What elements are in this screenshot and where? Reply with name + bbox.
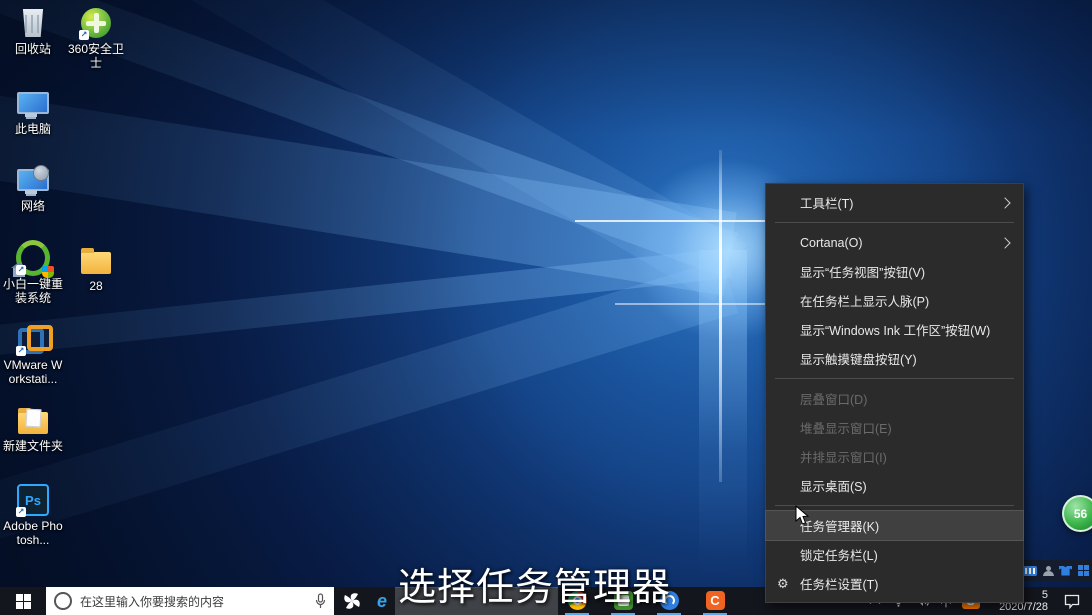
recycle-bin-icon (21, 9, 45, 37)
camtasia-c-icon: C (706, 591, 725, 610)
desktop-icon-label: 360安全卫士 (66, 42, 126, 70)
menu-item-label: 任务管理器(K) (800, 516, 879, 535)
gear-icon: ⚙ (777, 576, 789, 592)
menu-item-label: 工具栏(T) (800, 193, 853, 212)
speedup-ball[interactable]: 56 (1062, 495, 1092, 532)
folder-icon (18, 412, 48, 434)
menu-item-toolbars[interactable]: 工具栏(T) (766, 188, 1023, 217)
globe-icon (33, 165, 49, 181)
windows-shield-icon (42, 266, 54, 278)
desktop-icon-new-folder[interactable]: 新建文件夹 (3, 403, 63, 453)
shortcut-arrow-icon: ↗ (16, 346, 26, 356)
shortcut-arrow-icon: ↗ (16, 507, 26, 517)
menu-item-cortana[interactable]: Cortana(O) (766, 228, 1023, 257)
menu-item-cascade-windows: 层叠窗口(D) (766, 384, 1023, 413)
shortcut-arrow-icon: ↗ (16, 265, 26, 275)
menu-item-label: 层叠窗口(D) (800, 389, 867, 408)
desktop-icon-recycle-bin[interactable]: 回收站 (3, 6, 63, 56)
computer-icon (17, 92, 49, 114)
desktop-icon-label: 网络 (3, 199, 63, 213)
360-browser-button[interactable] (334, 587, 370, 615)
menu-item-label: 在任务栏上显示人脉(P) (800, 291, 929, 310)
start-button[interactable] (0, 587, 46, 615)
desktop-icon-label: 小白一键重装系统 (3, 277, 63, 305)
chevron-right-icon (999, 237, 1010, 248)
desktop-icon-vmware[interactable]: ↗ VMware Workstati... (3, 322, 63, 386)
desktop-icon-360-safety[interactable]: ↗ 360安全卫士 (66, 6, 126, 70)
taskbar-context-menu: 工具栏(T) Cortana(O) 显示“任务视图”按钮(V) 在任务栏上显示人… (765, 183, 1024, 603)
action-center-button[interactable] (1058, 594, 1086, 609)
desktop-icon-label: 此电脑 (3, 122, 63, 136)
skin-icon[interactable] (1059, 566, 1072, 576)
menu-item-task-view-button[interactable]: 显示“任务视图”按钮(V) (766, 257, 1023, 286)
keyboard-icon[interactable] (1023, 566, 1037, 576)
menu-item-people-on-taskbar[interactable]: 在任务栏上显示人脉(P) (766, 286, 1023, 315)
menu-item-label: 显示“任务视图”按钮(V) (800, 262, 925, 281)
menu-item-show-desktop[interactable]: 显示桌面(S) (766, 471, 1023, 500)
desktop-icon-label: 28 (66, 279, 126, 293)
search-input[interactable]: 在这里输入你要搜索的内容 (46, 587, 334, 615)
desktop-icon-label: 新建文件夹 (3, 439, 63, 453)
menu-item-label: Cortana(O) (800, 236, 863, 250)
mouse-cursor (795, 505, 809, 531)
menu-item-touch-keyboard-button[interactable]: 显示触摸键盘按钮(Y) (766, 344, 1023, 373)
menu-item-label: 显示触摸键盘按钮(Y) (800, 349, 917, 368)
account-icon[interactable] (1043, 566, 1053, 576)
menu-item-label: 并排显示窗口(I) (800, 447, 887, 466)
menu-item-windows-ink-button[interactable]: 显示“Windows Ink 工作区”按钮(W) (766, 315, 1023, 344)
desktop-icon-this-pc[interactable]: 此电脑 (3, 86, 63, 136)
desktop-icon-xiaobai-reinstall[interactable]: ↗ 小白一键重装系统 (3, 241, 63, 305)
menu-separator (775, 505, 1014, 506)
desktop-icon-photoshop[interactable]: Ps ↗ Adobe Photosh... (3, 483, 63, 547)
ie-browser-button[interactable]: e (370, 587, 394, 615)
menu-item-label: 锁定任务栏(L) (800, 545, 878, 564)
subtitle-caption: 选择任务管理器 (398, 556, 671, 611)
search-placeholder: 在这里输入你要搜索的内容 (80, 593, 315, 610)
ime-language-bar[interactable] (1020, 560, 1092, 581)
menu-item-side-by-side-windows: 并排显示窗口(I) (766, 442, 1023, 471)
windows-logo-icon (16, 594, 31, 609)
folder-icon (81, 252, 111, 274)
menu-item-label: 堆叠显示窗口(E) (800, 418, 892, 437)
desktop-icon-network[interactable]: 网络 (3, 163, 63, 213)
speedup-percent: 56 (1074, 507, 1087, 521)
orange-c-app-button[interactable]: C (703, 587, 727, 615)
cortana-circle-icon (54, 592, 72, 610)
notification-bubble-icon (1064, 594, 1080, 609)
menu-item-label: 显示“Windows Ink 工作区”按钮(W) (800, 320, 990, 339)
desktop-icon-label: Adobe Photosh... (3, 519, 63, 547)
ie-e-icon: e (377, 591, 387, 612)
menu-item-label: 显示桌面(S) (800, 476, 867, 495)
menu-separator (775, 378, 1014, 379)
menu-item-stacked-windows: 堆叠显示窗口(E) (766, 413, 1023, 442)
menu-item-taskbar-settings[interactable]: ⚙ 任务栏设置(T) (766, 569, 1023, 598)
menu-item-label: 任务栏设置(T) (800, 574, 878, 593)
desktop-icon-folder-28[interactable]: 28 (66, 243, 126, 293)
desktop-icon-label: 回收站 (3, 42, 63, 56)
pinwheel-icon (342, 591, 362, 611)
shortcut-arrow-icon: ↗ (79, 30, 89, 40)
menu-separator (775, 222, 1014, 223)
chevron-right-icon (999, 197, 1010, 208)
menu-item-lock-taskbar[interactable]: 锁定任务栏(L) (766, 540, 1023, 569)
desktop-icon-label: VMware Workstati... (3, 358, 63, 386)
microphone-icon[interactable] (315, 593, 326, 609)
toolbox-grid-icon[interactable] (1078, 565, 1089, 576)
network-icon (17, 169, 49, 191)
